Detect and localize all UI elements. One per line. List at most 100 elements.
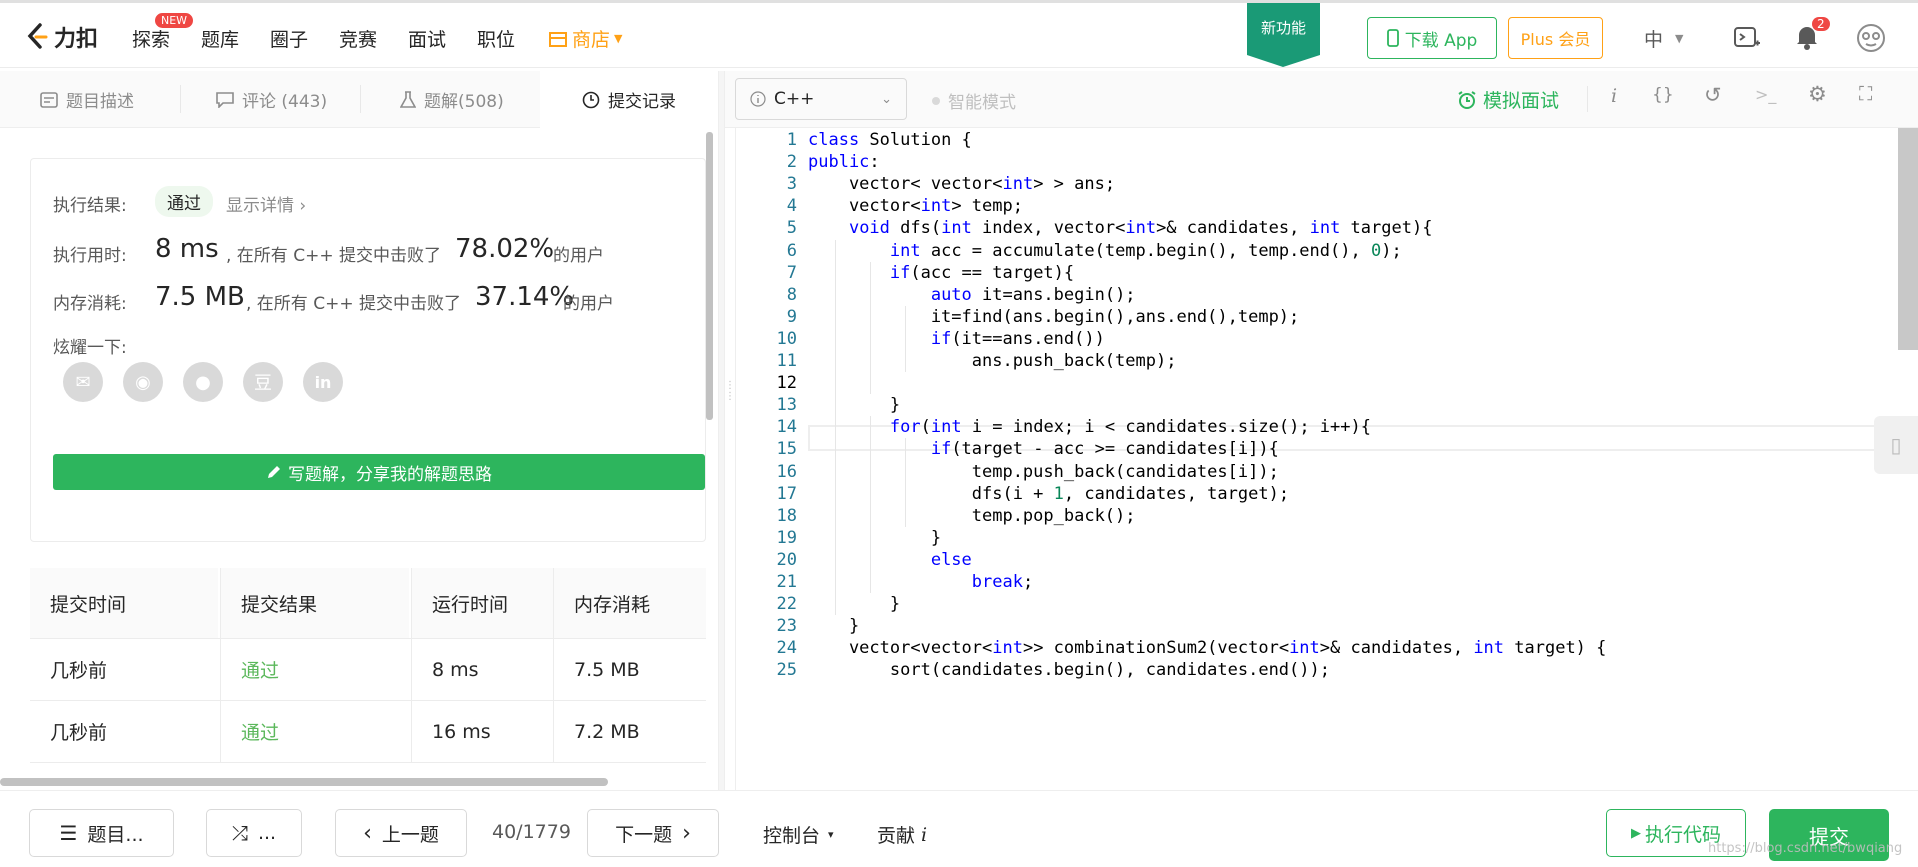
horizontal-scrollbar[interactable] [0,778,608,786]
editor-scrollbar[interactable] [1898,128,1918,350]
contribute-button[interactable]: 贡献 i [877,821,927,848]
chevron-down-icon: ▼ [1675,32,1684,45]
tab-divider [360,85,361,113]
problem-list-button[interactable]: ☰ 题目... [29,809,174,857]
tab-submissions[interactable]: 提交记录 [540,71,718,128]
avatar[interactable] [1856,23,1886,53]
random-button[interactable]: ⤮ ... [206,809,302,857]
memory-value: 7.5 MB [155,282,245,312]
line-number: 25 [776,660,797,681]
editor-toolbar: C++ ⌄ 智能模式 模拟面试 i {} ↺ >_ ⚙ ⛶ [725,71,1918,128]
table-cell-result[interactable]: 通过 [220,638,411,700]
left-scrollbar[interactable] [706,132,713,420]
tab-description[interactable]: 题目描述 [40,71,134,128]
chevron-down-icon: ▼ [614,32,623,45]
table-cell-result[interactable]: 通过 [220,700,411,762]
nav-store[interactable]: 商店 ▼ [548,25,622,52]
next-problem-button[interactable]: 下一题 › [587,809,719,857]
indent-guide [905,438,906,527]
info-italic-icon[interactable]: i [1611,85,1617,107]
store-icon [549,31,567,47]
chevron-left-icon: ‹ [363,820,372,846]
qq-icon[interactable]: ● [183,362,223,402]
playground-icon[interactable] [1733,25,1761,51]
feedback-side-button[interactable]: ▯ [1874,416,1918,474]
nav-explore[interactable]: 探索 [132,25,170,52]
table-cell-memory: 7.2 MB [553,700,706,762]
tab-description-label: 题目描述 [66,92,134,112]
alarm-clock-icon [1458,90,1476,109]
download-app-button[interactable]: 下载 App [1367,17,1497,59]
watermark: https://blog.csdn.net/bwqiang [1708,841,1903,856]
doc-icon [40,91,58,108]
smart-mode-label: 智能模式 [948,93,1016,113]
fullscreen-icon[interactable]: ⛶ [1859,83,1872,105]
braces-icon[interactable]: {} [1652,85,1674,105]
tab-comments-label: 评论 (443) [242,92,328,112]
write-solution-label: 写题解，分享我的解题思路 [288,464,492,485]
table-row [30,762,706,778]
leetcode-logo-icon [27,23,48,49]
reset-icon[interactable]: ↺ [1704,83,1722,107]
top-nav: 力扣 探索 NEW 题库 圈子 竞赛 面试 职位 商店 ▼ 新功能 下载 App… [0,0,1918,68]
exec-result-label: 执行结果: [53,196,127,216]
settings-icon[interactable]: ⚙ [1808,82,1827,106]
show-details-link[interactable]: 显示详情 › [226,191,306,216]
logo[interactable]: 力扣 [26,21,98,53]
new-feature-banner[interactable]: 新功能 [1247,3,1320,67]
memory-percent: 37.14% [475,282,575,312]
smart-mode-toggle[interactable]: 智能模式 [932,88,1016,113]
share-label: 炫耀一下: [53,338,127,358]
pencil-icon [268,466,280,478]
write-solution-button[interactable]: 写题解，分享我的解题思路 [53,454,705,490]
memory-beat-text: , 在所有 C++ 提交中击败了 [246,294,461,314]
contribute-label: 贡献 [877,825,916,847]
bottom-bar: ☰ 题目... ⤮ ... ‹ 上一题 40/1779 下一题 › 控制台 ▾ … [0,790,1918,867]
table-cell-memory: 7.5 MB [553,638,706,700]
table-cell-time: 几秒前 [30,700,220,762]
douban-icon[interactable]: 豆 [243,362,283,402]
weibo-icon[interactable]: ◉ [123,362,163,402]
table-cell-runtime: 16 ms [411,700,553,762]
wechat-icon[interactable]: ✉ [63,362,103,402]
language-label: C++ [774,89,815,109]
indent-guide [870,261,871,395]
terminal-icon[interactable]: >_ [1755,85,1776,104]
nav-contest[interactable]: 竞赛 [339,25,377,52]
runtime-value: 8 ms [155,234,219,264]
memory-label: 内存消耗: [53,294,127,314]
clock-icon [582,91,600,108]
caret-down-icon: ▾ [828,828,834,841]
plus-member-button[interactable]: Plus 会员 [1508,17,1603,59]
linkedin-icon[interactable]: in [303,362,343,402]
table-cell-time: 几秒前 [30,638,220,700]
indent-guide [835,239,836,616]
prev-problem-button[interactable]: ‹ 上一题 [335,809,467,857]
page-indicator: 40/1779 [492,821,571,843]
col-header-memory: 内存消耗 [553,568,706,638]
nav-jobs[interactable]: 职位 [477,25,515,52]
indent-guide [870,416,871,594]
runtime-percent: 78.02% [455,234,555,264]
col-header-result: 提交结果 [220,568,409,638]
tab-solutions[interactable]: 题解(508) [400,71,504,128]
nav-problems[interactable]: 题库 [201,25,239,52]
problem-list-label: 题目... [87,823,144,846]
runtime-beat-text: , 在所有 C++ 提交中击败了 [226,246,441,266]
mock-interview-button[interactable]: 模拟面试 [1457,86,1559,113]
list-icon: ☰ [59,821,78,845]
panel-splitter[interactable] [718,71,725,790]
nav-circle[interactable]: 圈子 [270,25,308,52]
mock-interview-label: 模拟面试 [1483,90,1560,112]
logo-text: 力扣 [54,27,99,52]
language-select[interactable]: C++ ⌄ [735,78,907,120]
flask-icon [400,90,416,108]
tab-comments[interactable]: 评论 (443) [216,71,327,128]
table-cell-runtime: 8 ms [411,638,553,700]
language-select[interactable]: 中 ▼ [1644,25,1683,52]
console-toggle[interactable]: 控制台 ▾ [763,821,834,848]
nav-interview[interactable]: 面试 [408,25,446,52]
runtime-suffix: 的用户 [553,246,604,266]
download-app-label: 下载 App [1404,30,1478,51]
code-line[interactable]: sort(candidates.begin(), candidates.end(… [808,657,1330,684]
